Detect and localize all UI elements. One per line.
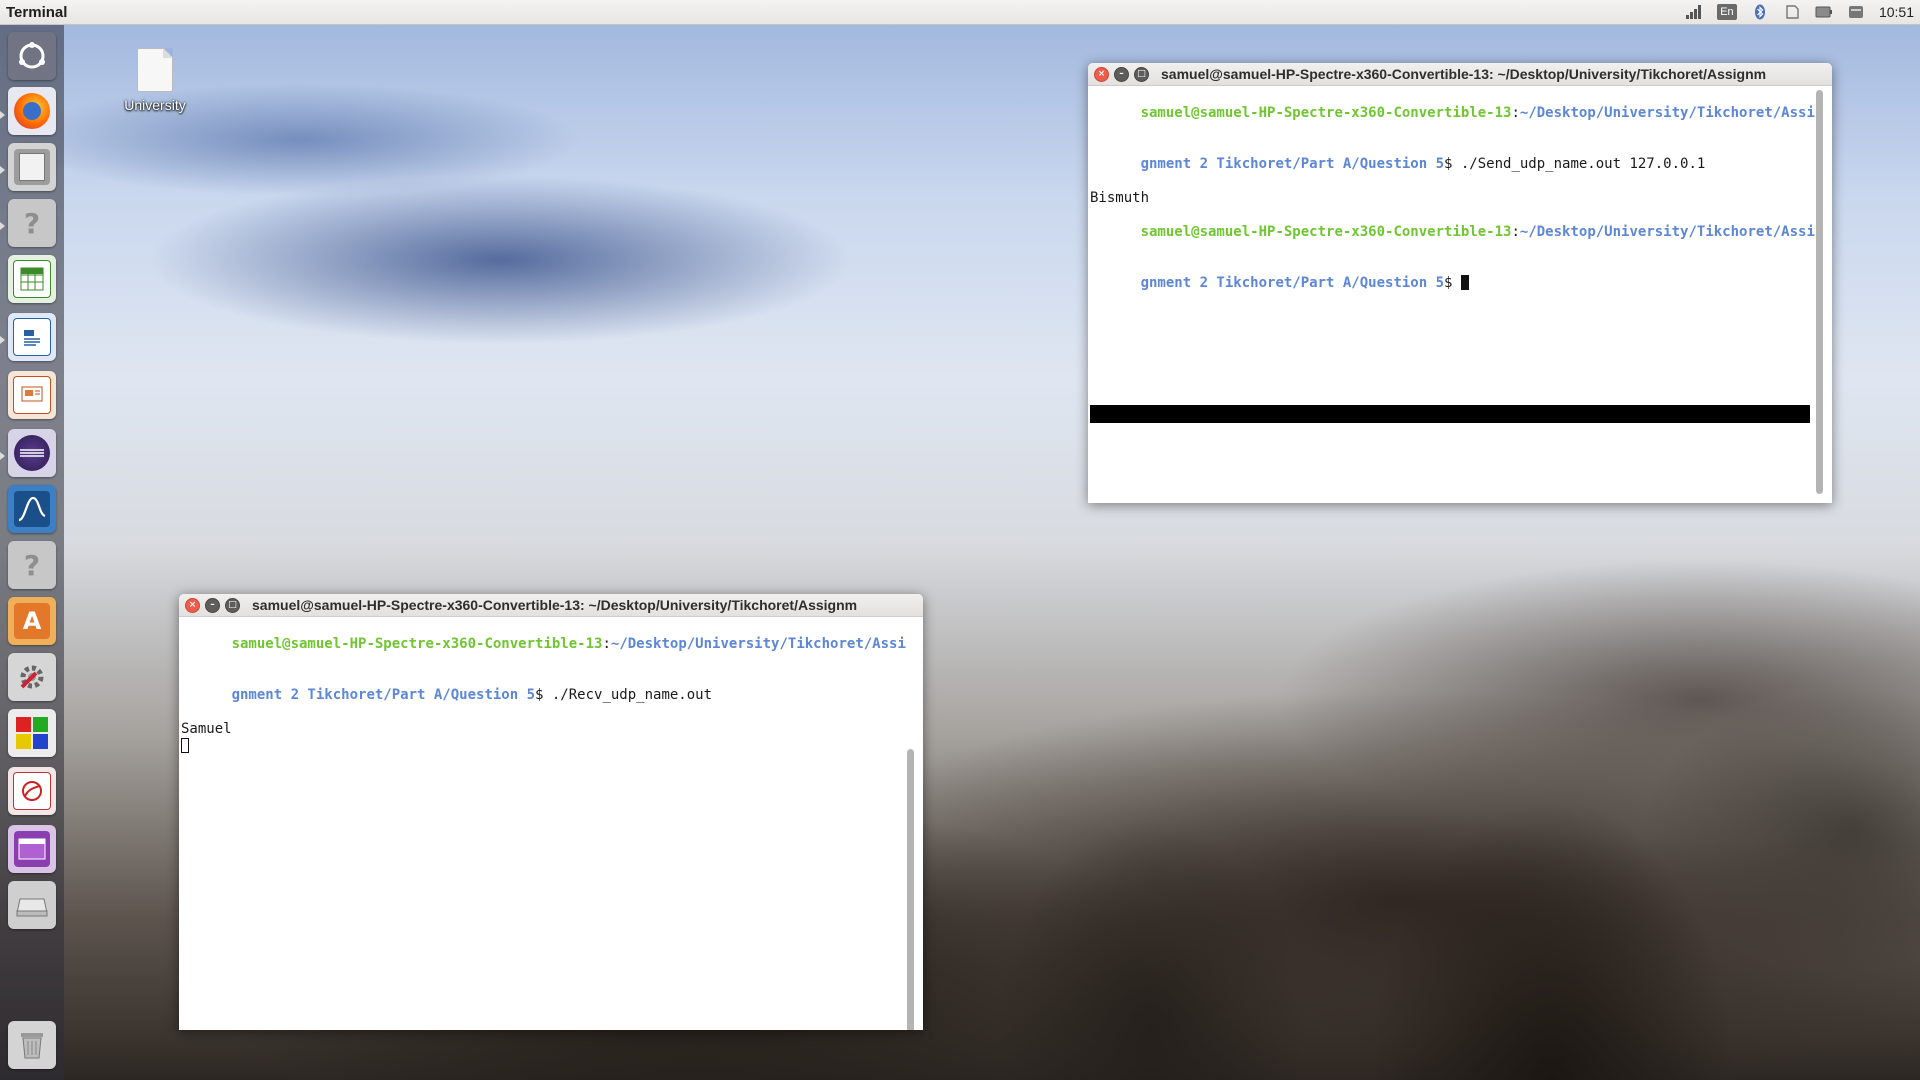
scrollbar[interactable] bbox=[907, 749, 914, 1030]
system-settings-icon[interactable] bbox=[8, 653, 56, 701]
titlebar[interactable]: × – □ samuel@samuel-HP-Spectre-x360-Conv… bbox=[1088, 63, 1832, 86]
running-indicator bbox=[0, 452, 5, 460]
prompt-line: gnment 2 Tikchoret/Part A/Question 5$ ./… bbox=[231, 687, 713, 703]
unknown-app-icon[interactable]: ? bbox=[8, 541, 56, 589]
maximize-button[interactable]: □ bbox=[1134, 66, 1149, 82]
unknown-app-icon[interactable]: ? bbox=[8, 199, 56, 247]
maximize-button[interactable]: □ bbox=[225, 597, 240, 613]
file-icon bbox=[137, 48, 173, 92]
clock[interactable]: 10:51 bbox=[1879, 4, 1914, 20]
bluetooth-icon[interactable] bbox=[1751, 4, 1769, 20]
indicator-area: En 10:51 bbox=[1685, 0, 1914, 24]
top-panel: Terminal En 10:51 bbox=[0, 0, 1920, 25]
text-cursor bbox=[181, 738, 189, 753]
terminal-output[interactable]: samuel@samuel-HP-Spectre-x360-Convertibl… bbox=[1088, 86, 1832, 503]
prompt-line: gnment 2 Tikchoret/Part A/Question 5$ ./… bbox=[1140, 156, 1706, 172]
titlebar[interactable]: × – □ samuel@samuel-HP-Spectre-x360-Conv… bbox=[179, 594, 923, 617]
close-button[interactable]: × bbox=[1094, 66, 1109, 82]
prompt-line: samuel@samuel-HP-Spectre-x360-Convertibl… bbox=[1140, 105, 1815, 121]
running-indicator bbox=[0, 111, 5, 119]
active-app-title: Terminal bbox=[6, 3, 68, 21]
ubuntu-dash-icon[interactable] bbox=[8, 32, 56, 80]
libreoffice-impress-icon[interactable] bbox=[8, 371, 56, 419]
desktop-icon-label: University bbox=[124, 97, 186, 113]
drive-icon[interactable] bbox=[8, 881, 56, 929]
trash-icon[interactable] bbox=[8, 1021, 56, 1069]
minimize-button[interactable]: – bbox=[205, 597, 220, 613]
window-title: samuel@samuel-HP-Spectre-x360-Convertibl… bbox=[252, 597, 858, 613]
prompt-line: gnment 2 Tikchoret/Part A/Question 5$ bbox=[1090, 258, 1832, 309]
launcher: ? ? A bbox=[0, 25, 64, 1080]
messaging-icon[interactable] bbox=[1847, 4, 1865, 20]
minimize-button[interactable]: – bbox=[1114, 66, 1129, 82]
running-indicator bbox=[0, 336, 5, 344]
desktop-folder-university[interactable]: University bbox=[110, 48, 200, 113]
eclipse-icon[interactable] bbox=[8, 429, 56, 477]
network-signal-icon[interactable] bbox=[1685, 4, 1703, 20]
libreoffice-writer-icon[interactable] bbox=[8, 313, 56, 361]
oscilloscope-app-icon[interactable] bbox=[8, 485, 56, 533]
render-artifact-band bbox=[1090, 405, 1810, 423]
battery-icon[interactable] bbox=[1815, 4, 1833, 20]
window-title: samuel@samuel-HP-Spectre-x360-Convertibl… bbox=[1161, 66, 1767, 82]
files-icon[interactable] bbox=[8, 143, 56, 191]
prompt-line: samuel@samuel-HP-Spectre-x360-Convertibl… bbox=[231, 636, 906, 652]
firefox-icon[interactable] bbox=[8, 87, 56, 135]
running-indicator bbox=[0, 222, 5, 230]
keyboard-layout-indicator[interactable]: En bbox=[1716, 4, 1737, 20]
output-line: Samuel bbox=[181, 721, 232, 737]
output-line: Bismuth bbox=[1090, 190, 1150, 206]
prompt-line: samuel@samuel-HP-Spectre-x360-Convertibl… bbox=[1140, 224, 1815, 240]
running-indicator bbox=[0, 166, 5, 174]
terminal-output[interactable]: samuel@samuel-HP-Spectre-x360-Convertibl… bbox=[179, 617, 923, 1030]
scrollbar[interactable] bbox=[1816, 90, 1823, 494]
software-center-icon[interactable]: A bbox=[8, 597, 56, 645]
close-button[interactable]: × bbox=[185, 597, 200, 613]
workspace-switcher-icon[interactable] bbox=[8, 825, 56, 873]
terminal-window-receiver[interactable]: × – □ samuel@samuel-HP-Spectre-x360-Conv… bbox=[179, 594, 923, 1030]
colorful-app-icon[interactable] bbox=[8, 709, 56, 757]
session-icon[interactable] bbox=[1783, 4, 1801, 20]
evince-icon[interactable] bbox=[8, 767, 56, 815]
terminal-window-sender[interactable]: × – □ samuel@samuel-HP-Spectre-x360-Conv… bbox=[1088, 63, 1832, 503]
text-cursor bbox=[1460, 275, 1469, 290]
libreoffice-calc-icon[interactable] bbox=[8, 255, 56, 303]
cursor-line bbox=[181, 738, 923, 755]
